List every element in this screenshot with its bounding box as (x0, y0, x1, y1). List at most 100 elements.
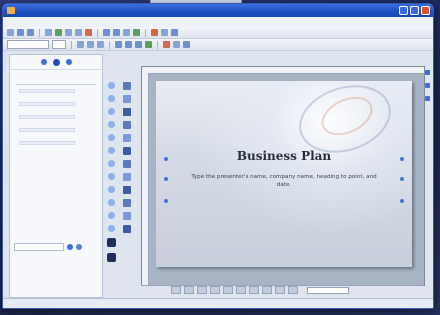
slide-thumbnail[interactable] (107, 147, 115, 154)
vertical-ruler (142, 73, 149, 285)
task-pane-link[interactable] (19, 102, 75, 106)
slide-thumbnail[interactable] (107, 82, 115, 89)
selection-handle[interactable] (400, 199, 404, 203)
slide-thumbnail[interactable] (107, 134, 115, 141)
paste-button[interactable] (85, 29, 92, 36)
clipart-tool-icon[interactable] (123, 212, 131, 220)
forward-arrow-icon[interactable] (65, 59, 72, 65)
print-button[interactable] (45, 29, 52, 36)
scroll-up-icon[interactable] (424, 70, 430, 75)
open-button[interactable] (17, 29, 24, 36)
new-document-button[interactable] (7, 29, 14, 36)
slide[interactable]: Business Plan Type the presenter's name,… (156, 74, 412, 267)
title-bar[interactable] (3, 4, 433, 17)
align-right-button[interactable] (135, 41, 142, 48)
arrow-tool-icon[interactable] (123, 147, 131, 155)
slide-editor: Business Plan Type the presenter's name,… (141, 66, 425, 286)
slide-thumbnail[interactable] (107, 199, 115, 206)
slide-thumbnail[interactable] (106, 253, 116, 262)
view-tab[interactable] (249, 286, 259, 294)
align-center-button[interactable] (125, 41, 132, 48)
search-input[interactable] (14, 243, 64, 251)
selection-handle[interactable] (164, 177, 168, 181)
slide-thumbnail[interactable] (107, 108, 115, 115)
task-pane-link[interactable] (19, 141, 75, 145)
task-pane-link[interactable] (19, 89, 75, 93)
font-name-select[interactable] (7, 40, 49, 49)
italic-button[interactable] (87, 41, 94, 48)
copy-button[interactable] (75, 29, 82, 36)
help-icon[interactable] (76, 244, 82, 250)
shadow-tool-icon[interactable] (123, 173, 131, 181)
font-size-select[interactable] (52, 40, 66, 49)
view-tab[interactable] (236, 286, 246, 294)
view-tab[interactable] (223, 286, 233, 294)
slide-thumbnail[interactable] (107, 173, 115, 180)
redo-button[interactable] (113, 29, 120, 36)
slide-thumbnail[interactable] (107, 160, 115, 167)
slide-subtitle[interactable]: Type the presenter's name, company name,… (186, 173, 382, 189)
horizontal-ruler (142, 67, 424, 74)
font-color-button[interactable] (163, 41, 170, 48)
selection-handle[interactable] (164, 157, 168, 161)
save-button[interactable] (27, 29, 34, 36)
picture-tool-icon[interactable] (123, 199, 131, 207)
view-tab[interactable] (197, 286, 207, 294)
rectangle-tool-icon[interactable] (123, 121, 131, 129)
slide-thumbnail[interactable] (107, 225, 115, 232)
view-tabs (141, 285, 423, 294)
undo-button[interactable] (103, 29, 110, 36)
minimize-button[interactable] (399, 6, 408, 15)
close-button[interactable] (421, 6, 430, 15)
view-tab[interactable] (210, 286, 220, 294)
task-pane-search (14, 243, 98, 251)
slide-thumbnail[interactable] (107, 121, 115, 128)
fill-tool-icon[interactable] (123, 160, 131, 168)
home-icon[interactable] (52, 58, 60, 66)
toolbar-divider (71, 40, 72, 49)
ellipse-tool-icon[interactable] (123, 134, 131, 142)
selection-handle[interactable] (400, 177, 404, 181)
scroll-down-icon[interactable] (424, 96, 430, 101)
view-tab[interactable] (275, 286, 285, 294)
insert-table-button[interactable] (133, 29, 140, 36)
view-tab[interactable] (171, 286, 181, 294)
scroll-thumb[interactable] (424, 83, 430, 88)
task-pane-link[interactable] (19, 128, 75, 132)
bullets-button[interactable] (145, 41, 152, 48)
window-controls (399, 6, 430, 15)
presentation-app-icon (7, 7, 15, 14)
spellcheck-button[interactable] (55, 29, 62, 36)
notes-field[interactable] (307, 286, 349, 294)
task-pane-link[interactable] (19, 115, 75, 119)
align-left-button[interactable] (115, 41, 122, 48)
text-tool-icon[interactable] (123, 95, 131, 103)
selection-handle[interactable] (164, 199, 168, 203)
view-tab[interactable] (288, 286, 298, 294)
slide-thumbnail[interactable] (107, 186, 115, 193)
selection-handle[interactable] (400, 157, 404, 161)
maximize-button[interactable] (410, 6, 419, 15)
slide-thumbnail[interactable] (107, 212, 115, 219)
3d-tool-icon[interactable] (123, 186, 131, 194)
slide-thumbnail[interactable] (107, 95, 115, 102)
status-bar (3, 298, 433, 308)
wordart-tool-icon[interactable] (123, 225, 131, 233)
select-tool-icon[interactable] (123, 82, 131, 90)
view-tab[interactable] (262, 286, 272, 294)
back-arrow-icon[interactable] (40, 59, 47, 65)
cut-button[interactable] (65, 29, 72, 36)
color-button[interactable] (151, 29, 158, 36)
bold-button[interactable] (77, 41, 84, 48)
go-arrow-icon[interactable] (67, 244, 73, 250)
insert-chart-button[interactable] (123, 29, 130, 36)
new-slide-button[interactable] (183, 41, 190, 48)
line-tool-icon[interactable] (123, 108, 131, 116)
underline-button[interactable] (97, 41, 104, 48)
view-tab[interactable] (184, 286, 194, 294)
zoom-button[interactable] (161, 29, 168, 36)
design-button[interactable] (173, 41, 180, 48)
slide-title[interactable]: Business Plan (156, 149, 412, 163)
help-toolbar-button[interactable] (171, 29, 178, 36)
slide-thumbnail[interactable] (106, 238, 116, 247)
